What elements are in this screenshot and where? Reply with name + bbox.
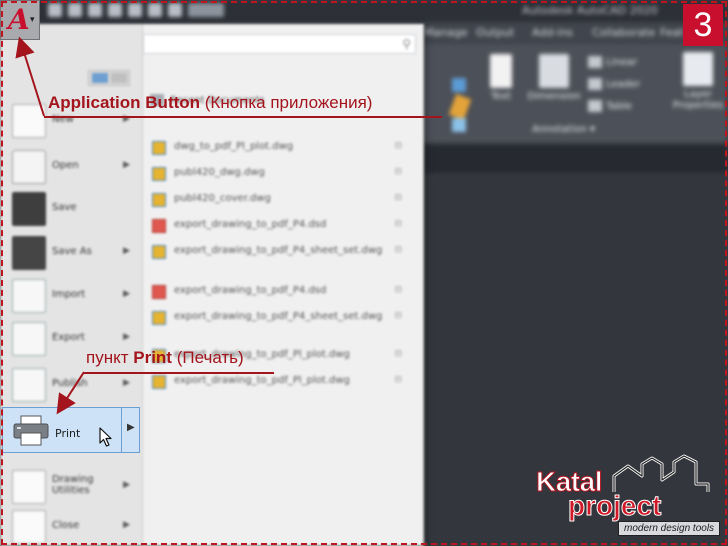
arrow-to-print [56, 371, 85, 415]
arrow-to-app-button [15, 36, 45, 117]
annotation-underline [44, 116, 442, 118]
annotation-print-item: пункт Print (Печать) [86, 348, 244, 367]
katalproject-logo: Katal project modern design tools [528, 454, 724, 538]
annotation-application-button: Application Button (Кнопка приложения) [48, 93, 373, 112]
city-skyline-icon [612, 454, 710, 492]
step-number-badge: 3 [683, 4, 723, 46]
annotation-underline [84, 372, 274, 374]
logo-word-project: project [567, 490, 662, 522]
logo-tagline: modern design tools [618, 521, 721, 536]
